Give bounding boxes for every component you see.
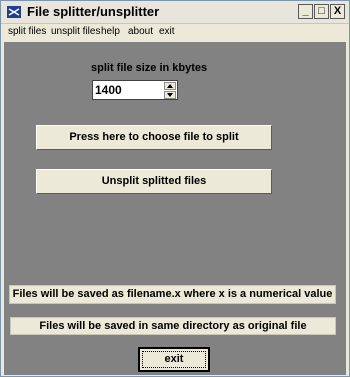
split-size-label: split file size in kbytes bbox=[91, 62, 208, 74]
arrow-up-icon bbox=[167, 84, 173, 88]
naming-info-text: Files will be saved as filename.x where … bbox=[9, 285, 336, 304]
split-size-spinner[interactable] bbox=[92, 80, 178, 100]
menu-about[interactable]: about bbox=[128, 26, 153, 37]
menu-help[interactable]: help bbox=[101, 26, 120, 37]
menu-bar: split files unsplit files help about exi… bbox=[1, 24, 349, 41]
exit-button-label: exit bbox=[142, 351, 206, 368]
close-button[interactable]: X bbox=[330, 4, 345, 19]
title-bar[interactable]: File splitter/unsplitter _ □ X bbox=[1, 1, 349, 24]
spin-down-button[interactable] bbox=[164, 91, 176, 99]
menu-exit[interactable]: exit bbox=[159, 26, 175, 37]
split-size-input[interactable] bbox=[95, 82, 161, 97]
unsplit-files-button[interactable]: Unsplit splitted files bbox=[36, 169, 272, 194]
choose-file-to-split-button[interactable]: Press here to choose file to split bbox=[36, 125, 272, 150]
directory-info-text: Files will be saved in same directory as… bbox=[10, 317, 336, 335]
menu-unsplit-files[interactable]: unsplit files bbox=[51, 26, 100, 37]
maximize-button[interactable]: □ bbox=[314, 4, 329, 19]
menu-split-files[interactable]: split files bbox=[8, 26, 46, 37]
arrow-down-icon bbox=[167, 93, 173, 97]
main-panel: split file size in kbytes Press here to … bbox=[4, 42, 346, 375]
exit-button[interactable]: exit bbox=[138, 347, 210, 372]
app-icon bbox=[6, 4, 22, 20]
app-window: File splitter/unsplitter _ □ X split fil… bbox=[0, 0, 350, 377]
window-title: File splitter/unsplitter bbox=[27, 4, 160, 19]
spin-up-button[interactable] bbox=[164, 82, 176, 90]
minimize-button[interactable]: _ bbox=[298, 4, 313, 19]
